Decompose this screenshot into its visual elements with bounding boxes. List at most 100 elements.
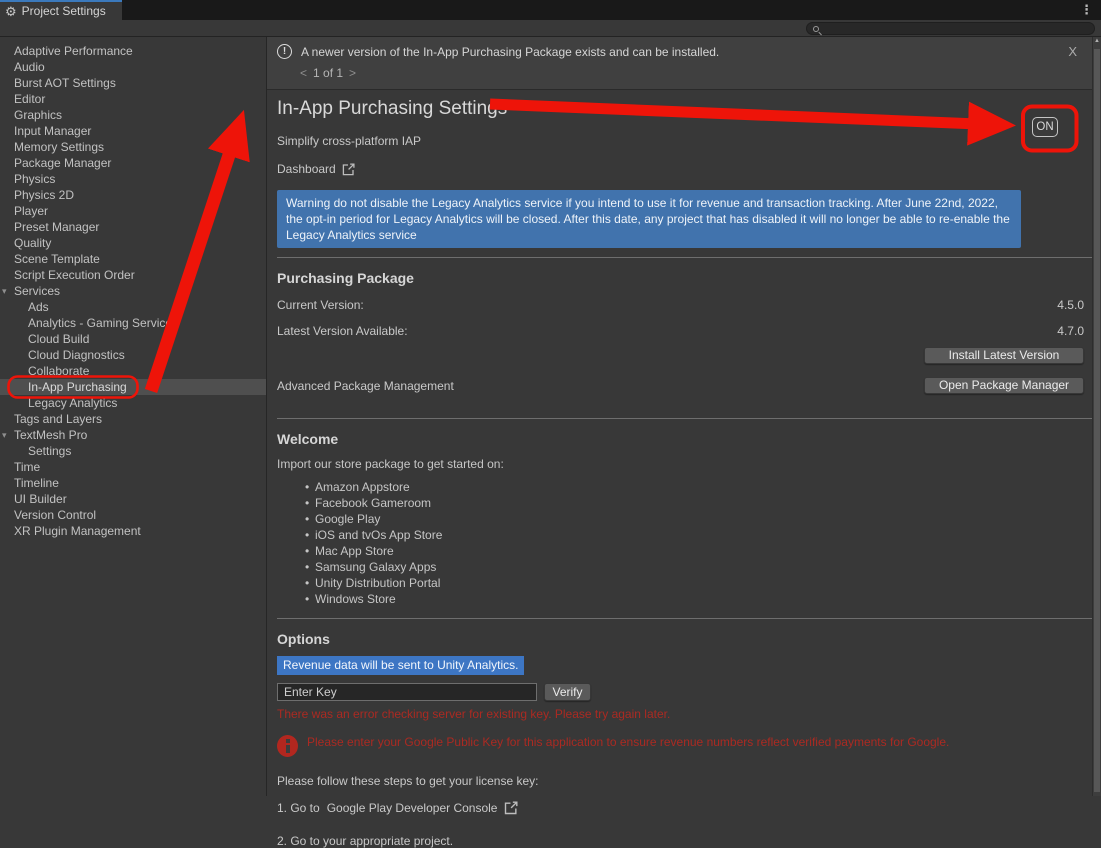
- external-link-icon[interactable]: [342, 163, 355, 176]
- sidebar-item-script-execution-order[interactable]: Script Execution Order: [0, 267, 266, 283]
- store-list-item: Samsung Galaxy Apps: [277, 559, 1092, 575]
- advanced-package-management-label: Advanced Package Management: [277, 379, 454, 393]
- store-list-item: Unity Distribution Portal: [277, 575, 1092, 591]
- sidebar-item-label: Burst AOT Settings: [14, 76, 116, 90]
- step2-text: 2. Go to your appropriate project.: [277, 834, 1092, 848]
- notification-pager: < 1 of 1 >: [267, 66, 1092, 80]
- sidebar-item-quality[interactable]: Quality: [0, 235, 266, 251]
- sidebar-item-ads[interactable]: Ads: [0, 299, 266, 315]
- sidebar-item-burst-aot-settings[interactable]: Burst AOT Settings: [0, 75, 266, 91]
- latest-version-value: 4.7.0: [1057, 324, 1084, 338]
- sidebar-item-package-manager[interactable]: Package Manager: [0, 155, 266, 171]
- sidebar-item-label: Cloud Build: [28, 332, 89, 346]
- package-update-notification: ! A newer version of the In-App Purchasi…: [267, 37, 1092, 90]
- window-title: Project Settings: [22, 4, 106, 18]
- analytics-note-badge: Revenue data will be sent to Unity Analy…: [277, 656, 524, 675]
- close-icon[interactable]: X: [1068, 44, 1077, 59]
- sidebar-item-graphics[interactable]: Graphics: [0, 107, 266, 123]
- dashboard-link[interactable]: Dashboard: [277, 162, 336, 176]
- sidebar-item-settings[interactable]: Settings: [0, 443, 266, 459]
- store-list-item: Facebook Gameroom: [277, 495, 1092, 511]
- sidebar-item-player[interactable]: Player: [0, 203, 266, 219]
- sidebar-item-editor[interactable]: Editor: [0, 91, 266, 107]
- sidebar-item-label: Quality: [14, 236, 51, 250]
- welcome-intro: Import our store package to get started …: [277, 457, 1092, 471]
- kebab-menu-icon[interactable]: ⋮: [1080, 2, 1093, 18]
- sidebar-item-label: Ads: [28, 300, 49, 314]
- sidebar-item-physics-2d[interactable]: Physics 2D: [0, 187, 266, 203]
- sidebar-item-label: Preset Manager: [14, 220, 99, 234]
- open-package-manager-button[interactable]: Open Package Manager: [924, 377, 1084, 394]
- sidebar-item-input-manager[interactable]: Input Manager: [0, 123, 266, 139]
- sidebar-item-label: In-App Purchasing: [28, 380, 127, 394]
- scrollbar-thumb[interactable]: [1094, 49, 1100, 792]
- install-latest-version-button[interactable]: Install Latest Version: [924, 347, 1084, 364]
- sidebar-item-label: Physics: [14, 172, 55, 186]
- sidebar-item-version-control[interactable]: Version Control: [0, 507, 266, 523]
- sidebar-item-in-app-purchasing[interactable]: In-App Purchasing: [0, 379, 266, 395]
- sidebar-item-label: Analytics - Gaming Services: [28, 316, 178, 330]
- window-tab-bar: ⚙ Project Settings ⋮: [0, 0, 1101, 20]
- current-version-value: 4.5.0: [1057, 298, 1084, 312]
- sidebar-item-label: Editor: [14, 92, 45, 106]
- foldout-arrow-icon[interactable]: ▾: [2, 427, 7, 443]
- settings-toolbar: [0, 20, 1101, 37]
- sidebar-item-label: Tags and Layers: [14, 412, 102, 426]
- sidebar-item-physics[interactable]: Physics: [0, 171, 266, 187]
- google-key-input[interactable]: [277, 683, 537, 701]
- sidebar-item-label: Graphics: [14, 108, 62, 122]
- sidebar-item-label: Time: [14, 460, 40, 474]
- sidebar-item-timeline[interactable]: Timeline: [0, 475, 266, 491]
- google-key-notice: Please enter your Google Public Key for …: [307, 735, 949, 749]
- scroll-up-arrow-icon[interactable]: ▲: [1093, 38, 1101, 44]
- store-list: Amazon AppstoreFacebook GameroomGoogle P…: [277, 479, 1092, 607]
- section-divider: [277, 257, 1092, 258]
- sidebar-item-services[interactable]: ▾ Services: [0, 283, 266, 299]
- store-list-item: Google Play: [277, 511, 1092, 527]
- iap-toggle-on-button[interactable]: ON: [1032, 117, 1058, 137]
- notification-message: A newer version of the In-App Purchasing…: [301, 45, 719, 59]
- sidebar-item-cloud-build[interactable]: Cloud Build: [0, 331, 266, 347]
- sidebar-item-cloud-diagnostics[interactable]: Cloud Diagnostics: [0, 347, 266, 363]
- vertical-scrollbar[interactable]: ▲: [1092, 37, 1101, 796]
- sidebar-item-label: Player: [14, 204, 48, 218]
- key-check-error-text: There was an error checking server for e…: [277, 707, 1092, 721]
- sidebar-item-ui-builder[interactable]: UI Builder: [0, 491, 266, 507]
- latest-version-label: Latest Version Available:: [277, 324, 408, 338]
- pager-prev-icon[interactable]: <: [300, 66, 307, 80]
- sidebar-item-tags-and-layers[interactable]: Tags and Layers: [0, 411, 266, 427]
- sidebar-item-time[interactable]: Time: [0, 459, 266, 475]
- sidebar-item-analytics-gaming-services[interactable]: Analytics - Gaming Services: [0, 315, 266, 331]
- pager-next-icon[interactable]: >: [349, 66, 356, 80]
- sidebar-item-memory-settings[interactable]: Memory Settings: [0, 139, 266, 155]
- sidebar-item-scene-template[interactable]: Scene Template: [0, 251, 266, 267]
- sidebar-item-label: Input Manager: [14, 124, 91, 138]
- sidebar-item-legacy-analytics[interactable]: Legacy Analytics: [0, 395, 266, 411]
- sidebar-item-xr-plugin-management[interactable]: XR Plugin Management: [0, 523, 266, 539]
- tab-project-settings[interactable]: ⚙ Project Settings: [0, 0, 122, 20]
- sidebar-item-label: Physics 2D: [14, 188, 74, 202]
- steps-intro: Please follow these steps to get your li…: [277, 774, 1092, 788]
- sidebar-item-label: Timeline: [14, 476, 59, 490]
- sidebar-item-audio[interactable]: Audio: [0, 59, 266, 75]
- sidebar-item-label: Package Manager: [14, 156, 111, 170]
- legacy-analytics-warning-box: Warning do not disable the Legacy Analyt…: [277, 190, 1021, 248]
- sidebar-item-label: Scene Template: [14, 252, 100, 266]
- sidebar-item-label: Audio: [14, 60, 45, 74]
- sidebar-item-label: Services: [14, 284, 60, 298]
- verify-button[interactable]: Verify: [544, 683, 591, 701]
- section-divider: [277, 418, 1092, 419]
- section-heading-options: Options: [277, 631, 1092, 647]
- foldout-arrow-icon[interactable]: ▾: [2, 283, 7, 299]
- settings-category-list: Adaptive PerformanceAudio Burst AOT Setti…: [0, 37, 267, 796]
- external-link-icon[interactable]: [504, 801, 518, 815]
- sidebar-item-adaptive-performance[interactable]: Adaptive Performance: [0, 43, 266, 59]
- search-input[interactable]: [823, 22, 1078, 36]
- section-heading-welcome: Welcome: [277, 431, 1092, 447]
- google-play-console-link[interactable]: Google Play Developer Console: [327, 801, 498, 815]
- sidebar-item-preset-manager[interactable]: Preset Manager: [0, 219, 266, 235]
- store-list-item: Mac App Store: [277, 543, 1092, 559]
- search-field[interactable]: [806, 22, 1095, 35]
- sidebar-item-textmesh-pro[interactable]: ▾TextMesh Pro: [0, 427, 266, 443]
- sidebar-item-collaborate[interactable]: Collaborate: [0, 363, 266, 379]
